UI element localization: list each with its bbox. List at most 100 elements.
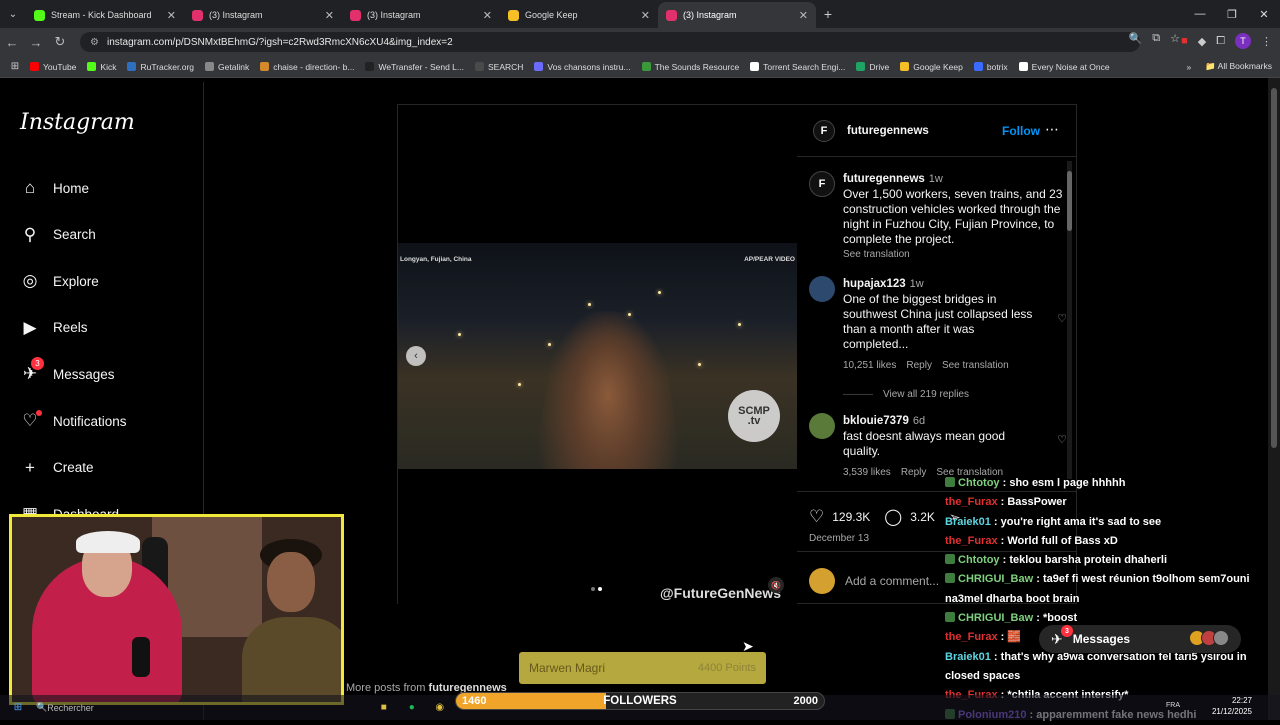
like-icon[interactable]: ♡ [809, 507, 824, 527]
bookmark-item[interactable]: Every Noise at Once [1018, 62, 1110, 72]
instagram-logo[interactable]: Instagram [20, 110, 135, 135]
chat-username[interactable]: Braiek01 [945, 516, 991, 528]
chat-username[interactable]: the_Furax [945, 631, 998, 643]
more-options-icon[interactable]: ⋯ [1045, 121, 1059, 138]
browser-tab[interactable]: (3) Instagram ✕ [658, 2, 816, 28]
browser-tab[interactable]: Stream - Kick Dashboard ✕ [26, 2, 184, 28]
author-avatar[interactable]: F [813, 120, 835, 142]
bookmark-item[interactable]: SEARCH [474, 62, 523, 72]
all-bookmarks[interactable]: 📁 All Bookmarks [1205, 61, 1272, 72]
nav-create[interactable]: + Create [20, 458, 94, 478]
comment-likes[interactable]: 10,251 likes [843, 358, 896, 373]
apps-grid-icon[interactable]: ⊞ [0, 61, 30, 72]
bookmark-item[interactable]: Google Keep [900, 62, 963, 72]
chat-username[interactable]: the_Furax [945, 496, 998, 508]
nav-search[interactable]: ⚲ Search [20, 225, 96, 245]
like-count[interactable]: 129.3K [832, 510, 870, 524]
bookmark-item[interactable]: botrix [973, 62, 1008, 72]
extension-icon-2[interactable]: ◆ [1198, 35, 1206, 48]
chrome-icon[interactable]: ◉ [430, 700, 450, 716]
comment-username[interactable]: hupajax123 [843, 278, 906, 290]
nav-explore[interactable]: ◎ Explore [20, 271, 99, 291]
bookmark-item[interactable]: RuTracker.org [127, 62, 194, 72]
nav-home[interactable]: ⌂ Home [20, 178, 89, 198]
spotify-icon[interactable]: ● [402, 700, 422, 716]
bookmark-item[interactable]: The Sounds Resource [641, 62, 739, 72]
comment-icon[interactable]: ◯ [884, 507, 902, 527]
bookmark-item[interactable]: Vos chansons instru... [534, 62, 631, 72]
chat-username[interactable]: the_Furax [945, 535, 998, 547]
bookmarks-overflow-icon[interactable]: » [1186, 62, 1191, 72]
restore-icon[interactable]: ❐ [1216, 0, 1248, 28]
bookmark-item[interactable]: Torrent Search Engi... [750, 62, 845, 72]
new-tab-button[interactable]: + [816, 6, 840, 22]
minimize-icon[interactable]: — [1184, 0, 1216, 28]
caption-avatar[interactable]: F [809, 171, 835, 197]
view-replies[interactable]: View all 219 replies [883, 387, 969, 402]
messages-pill[interactable]: ✈ 3 Messages [1039, 625, 1241, 653]
comment-avatar[interactable] [809, 276, 835, 302]
bookmark-item[interactable]: Kick [87, 62, 116, 72]
comment-username[interactable]: bklouie7379 [843, 415, 909, 427]
comment-likes[interactable]: 3,539 likes [843, 465, 891, 480]
browser-tab[interactable]: (3) Instagram ✕ [184, 2, 342, 28]
site-info-icon[interactable]: ⚙ [90, 37, 99, 48]
chat-username[interactable]: Chtotoy [958, 477, 1000, 489]
tab-close-icon[interactable]: ✕ [483, 9, 492, 22]
language-indicator[interactable]: FRA [1166, 702, 1180, 709]
comment-like-icon[interactable]: ♡ [1057, 312, 1067, 327]
reload-icon[interactable]: ↻ [48, 34, 72, 50]
bookmark-item[interactable]: Drive [856, 62, 889, 72]
system-clock[interactable]: 22:27 21/12/2025 [1212, 695, 1252, 717]
chat-badge-icon [945, 612, 955, 623]
browser-tab[interactable]: Google Keep ✕ [500, 2, 658, 28]
bookmark-item[interactable]: YouTube [30, 62, 76, 72]
bookmark-star-icon[interactable]: ☆ [1170, 32, 1180, 45]
nav-messages[interactable]: ✈ 3 Messages [20, 357, 115, 384]
tab-close-icon[interactable]: ✕ [641, 9, 650, 22]
bookmark-item[interactable]: WeTransfer - Send L... [365, 62, 464, 72]
comment-like-icon[interactable]: ♡ [1057, 433, 1067, 448]
profile-avatar[interactable]: T [1235, 33, 1251, 49]
taskbar-search[interactable]: 🔍 Rechercher [36, 700, 94, 716]
bookmark-item[interactable]: Getalink [205, 62, 249, 72]
comments-scrollbar[interactable] [1067, 161, 1072, 479]
comment-avatar[interactable] [809, 413, 835, 439]
previous-slide-button[interactable]: ‹ [406, 346, 426, 366]
tab-search-icon[interactable]: ⌄ [0, 0, 26, 28]
tab-close-icon[interactable]: ✕ [325, 9, 334, 22]
emoji-icon[interactable] [809, 568, 835, 594]
chat-username[interactable]: Braiek01 [945, 651, 991, 663]
video-frame[interactable]: Longyan, Fujian, China AP/PEAR VIDEO SCM… [398, 243, 797, 469]
comment-see-translation[interactable]: See translation [942, 358, 1009, 373]
forward-icon[interactable]: → [24, 35, 48, 50]
add-comment-input[interactable]: Add a comment... [845, 574, 939, 588]
chat-username[interactable]: CHRIGUI_Baw [958, 612, 1033, 624]
install-icon[interactable]: ⧉ [1152, 32, 1160, 45]
caption-username[interactable]: futuregennews [843, 173, 925, 185]
tab-close-icon[interactable]: ✕ [167, 9, 176, 22]
windows-start-icon[interactable]: ⊞ [8, 700, 28, 716]
tab-close-icon[interactable]: ✕ [799, 9, 808, 22]
menu-kebab-icon[interactable]: ⋮ [1261, 35, 1272, 48]
back-icon[interactable]: ← [0, 35, 24, 50]
caption-see-translation[interactable]: See translation [843, 247, 1067, 262]
comment-reply[interactable]: Reply [901, 465, 927, 480]
chat-username[interactable]: Chtotoy [958, 554, 1000, 566]
follow-button[interactable]: Follow [1002, 124, 1040, 138]
author-username[interactable]: futuregennews [847, 125, 929, 137]
chat-username[interactable]: CHRIGUI_Baw [958, 573, 1033, 585]
comment-reply[interactable]: Reply [906, 358, 932, 373]
url-field[interactable]: ⚙ instagram.com/p/DSNMxtBEhmG/?igsh=c2Rw… [80, 32, 1140, 52]
bookmark-item[interactable]: chaise - direction- b... [260, 62, 354, 72]
browser-tab[interactable]: (3) Instagram ✕ [342, 2, 500, 28]
mute-button[interactable]: 🔇 [768, 577, 784, 593]
nav-notifications[interactable]: ♡ Notifications [20, 410, 127, 431]
extension-icon-1[interactable]: ■ [1181, 35, 1188, 47]
close-window-icon[interactable]: ✕ [1248, 0, 1280, 28]
extensions-puzzle-icon[interactable]: ⧠ [1216, 35, 1225, 48]
nav-reels[interactable]: ▶ Reels [20, 318, 87, 338]
post-media[interactable]: Longyan, Fujian, China AP/PEAR VIDEO SCM… [398, 105, 797, 605]
file-explorer-icon[interactable]: ■ [374, 700, 394, 716]
zoom-icon[interactable]: 🔍 [1129, 32, 1143, 45]
